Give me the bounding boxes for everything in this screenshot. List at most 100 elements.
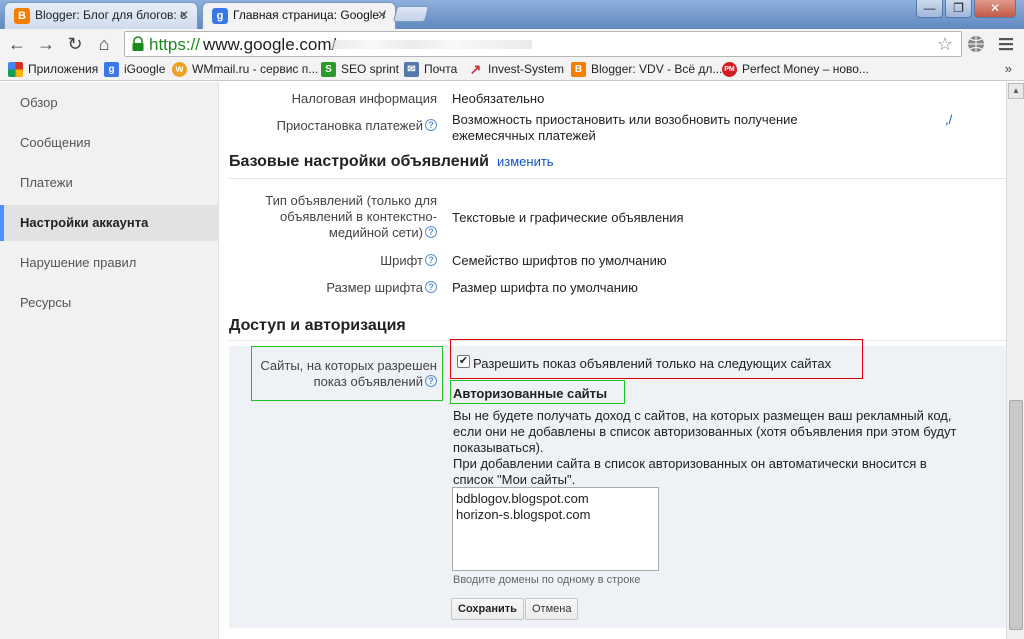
description-line: список "Мои сайты". — [453, 472, 576, 487]
font-size-label: Размер шрифта? — [326, 280, 437, 296]
blogger-icon: B — [571, 62, 586, 77]
description-line: если они не добавлены в список авторизов… — [453, 424, 957, 439]
help-icon[interactable]: ? — [425, 254, 437, 266]
bookmark-label: Почта — [424, 62, 458, 76]
ad-settings-title-text: Базовые настройки объявлений — [229, 153, 489, 170]
bookmark-mail[interactable]: ✉ Почта — [404, 62, 458, 77]
ad-type-label-line: Тип объявлений (только для — [265, 193, 437, 208]
save-button[interactable]: Сохранить — [451, 598, 524, 620]
scroll-up-arrow-icon[interactable]: ▲ — [1008, 83, 1024, 99]
wmmail-icon: w — [172, 62, 187, 77]
bookmark-perfect-money[interactable]: PM Perfect Money – ново... — [722, 62, 869, 77]
allowed-sites-label-line: Сайты, на которых разрешен — [260, 358, 437, 373]
payment-hold-value-line: Возможность приостановить или возобновит… — [452, 112, 798, 127]
menu-icon[interactable] — [996, 34, 1016, 54]
ad-type-value: Текстовые и графические объявления — [452, 210, 684, 225]
font-label: Шрифт? — [380, 253, 437, 269]
bookmark-label: WMmail.ru - сервис п... — [192, 62, 319, 76]
home-icon[interactable]: ⌂ — [93, 33, 115, 55]
bookmark-blogger[interactable]: B Blogger: VDV - Всё дл... — [571, 62, 722, 77]
browser-titlebar: B Blogger: Блог для блогов: с ✕ g Главна… — [0, 0, 1024, 29]
font-value: Семейство шрифтов по умолчанию — [452, 253, 667, 268]
tab-google[interactable]: g Главная страница: Google / ✕ — [202, 2, 396, 29]
apps-icon — [8, 62, 23, 77]
sidebar-item-overview[interactable]: Обзор — [0, 85, 219, 121]
bookmarks-bar: Приложения g iGoogle w WMmail.ru - серви… — [0, 59, 1024, 81]
bookmarks-overflow-icon[interactable]: » — [1005, 61, 1012, 76]
bookmark-invest-system[interactable]: ↗ Invest-System — [468, 61, 565, 77]
help-icon[interactable]: ? — [425, 375, 437, 387]
description-line: Вы не будете получать доход с сайтов, на… — [453, 408, 952, 423]
sidebar-item-payments[interactable]: Платежи — [0, 165, 219, 201]
site-entry: bdblogov.blogspot.com — [456, 491, 589, 506]
bookmark-star-icon[interactable]: ☆ — [937, 34, 953, 55]
bookmark-igoogle[interactable]: g iGoogle — [104, 62, 166, 77]
window-controls: — ❐ ✕ — [914, 0, 1016, 18]
close-window-button[interactable]: ✕ — [974, 0, 1016, 18]
new-tab-button[interactable] — [392, 6, 430, 22]
description-line: показываться). — [453, 440, 544, 455]
payment-hold-label: Приостановка платежей? — [277, 118, 437, 134]
tab-close-icon[interactable]: ✕ — [377, 3, 387, 28]
authorized-sites-description: Вы не будете получать доход с сайтов, на… — [453, 408, 956, 488]
help-icon[interactable]: ? — [425, 281, 437, 293]
extension-globe-icon[interactable] — [966, 34, 986, 54]
tax-info-label: Налоговая информация — [291, 91, 437, 106]
ad-type-label: Тип объявлений (только для объявлений в … — [265, 193, 437, 241]
scrollbar-thumb[interactable] — [1009, 400, 1023, 630]
font-label-text: Шрифт — [380, 253, 423, 268]
seo-icon: S — [321, 62, 336, 77]
tab-blogger[interactable]: B Blogger: Блог для блогов: с ✕ — [4, 2, 198, 29]
bookmark-label: iGoogle — [124, 62, 166, 76]
bookmark-wmmail[interactable]: w WMmail.ru - сервис п... — [172, 62, 319, 77]
domains-hint: Вводите домены по одному в строке — [453, 574, 641, 586]
bookmark-apps[interactable]: Приложения — [8, 62, 99, 77]
authorized-sites-textarea[interactable]: bdblogov.blogspot.com horizon-s.blogspot… — [452, 487, 659, 571]
tab-title: Blogger: Блог для блогов: с — [35, 8, 187, 22]
sidebar-item-messages[interactable]: Сообщения — [0, 125, 219, 161]
font-size-value: Размер шрифта по умолчанию — [452, 280, 638, 295]
main-content: Налоговая информация Необязательно Приос… — [219, 82, 1006, 639]
reload-icon[interactable]: ↻ — [64, 33, 86, 55]
forward-arrow-icon[interactable]: → — [35, 33, 57, 55]
back-arrow-icon[interactable]: ← — [6, 33, 28, 55]
edit-ad-settings-link[interactable]: изменить — [497, 154, 554, 169]
sidebar-item-account-settings[interactable]: Настройки аккаунта — [0, 205, 219, 241]
bookmark-label: Invest-System — [488, 62, 565, 76]
google-icon: g — [104, 62, 119, 77]
authorized-sites-title: Авторизованные сайты — [453, 386, 608, 401]
payment-hold-edit-mark[interactable]: ,/ — [945, 112, 952, 128]
payment-hold-value-line: ежемесячных платежей — [452, 128, 596, 143]
address-bar[interactable]: https:// www.google.com/ ☆ — [124, 31, 962, 57]
section-divider — [229, 178, 1006, 179]
blogger-favicon-icon: B — [14, 8, 30, 24]
bookmark-seo-sprint[interactable]: S SEO sprint — [321, 62, 399, 77]
payment-hold-label-text: Приостановка платежей — [276, 118, 423, 133]
sidebar-item-policy-violations[interactable]: Нарушение правил — [0, 245, 219, 281]
cancel-button[interactable]: Отмена — [525, 598, 579, 620]
ad-type-label-line-3: медийной сети)? — [265, 225, 437, 241]
browser-toolbar: ← → ↻ ⌂ https:// www.google.com/ ☆ — [0, 29, 1024, 59]
payment-hold-value: Возможность приостановить или возобновит… — [452, 112, 798, 144]
pm-icon: PM — [722, 62, 737, 77]
maximize-button[interactable]: ❐ — [945, 0, 972, 18]
lock-icon — [132, 36, 144, 51]
account-sidebar: Обзор Сообщения Платежи Настройки аккаун… — [0, 82, 219, 639]
help-icon[interactable]: ? — [425, 119, 437, 131]
tab-close-icon[interactable]: ✕ — [179, 3, 189, 28]
ad-type-label-line: объявлений в контекстно- — [280, 209, 437, 224]
allowed-sites-label-line-2: показ объявлений? — [260, 374, 437, 390]
minimize-button[interactable]: — — [916, 0, 943, 18]
mail-icon: ✉ — [404, 62, 419, 77]
page-scrollbar[interactable]: ▲ — [1006, 82, 1024, 639]
help-icon[interactable]: ? — [425, 226, 437, 238]
allowed-sites-label-text: показ объявлений — [313, 374, 423, 389]
ad-type-label-text: медийной сети) — [328, 225, 423, 240]
google-favicon-icon: g — [212, 8, 228, 24]
bookmark-label: Приложения — [28, 62, 99, 76]
sidebar-item-resources[interactable]: Ресурсы — [0, 285, 219, 321]
allow-only-sites-checkbox[interactable]: ✔ — [457, 355, 470, 368]
allow-only-sites-label: Разрешить показ объявлений только на сле… — [473, 356, 832, 371]
allowed-sites-label: Сайты, на которых разрешен показ объявле… — [260, 358, 437, 390]
invest-icon: ↗ — [469, 61, 482, 77]
